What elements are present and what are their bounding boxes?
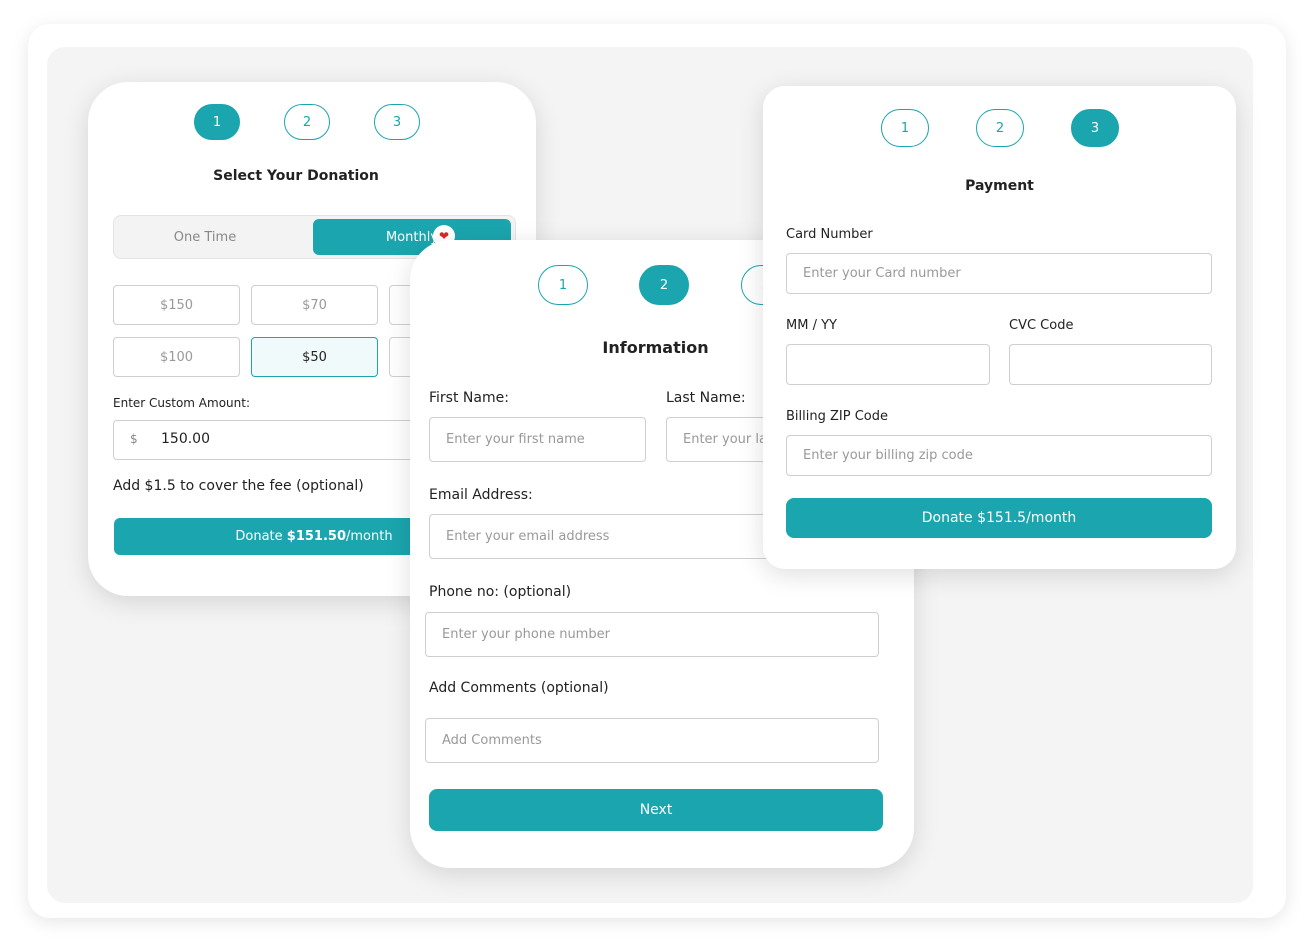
- card-number-input[interactable]: [786, 253, 1212, 294]
- custom-amount-label: Enter Custom Amount:: [113, 396, 251, 410]
- step-number: 2: [995, 120, 1005, 136]
- email-label: Email Address:: [429, 487, 533, 503]
- phone-label: Phone no: (optional): [429, 584, 572, 600]
- step-1-bubble[interactable]: 1: [881, 109, 929, 147]
- step-number: 3: [1090, 120, 1100, 136]
- step-number: 2: [302, 114, 312, 130]
- step-2-bubble[interactable]: 2: [639, 265, 689, 305]
- first-name-input[interactable]: [429, 417, 646, 462]
- custom-amount-value: 150.00: [161, 431, 210, 447]
- step-1-bubble[interactable]: 1: [538, 265, 588, 305]
- first-name-label: First Name:: [429, 390, 509, 406]
- step-3-bubble[interactable]: 3: [1071, 109, 1119, 147]
- step-number: 3: [392, 114, 402, 130]
- donate-prefix: Donate: [235, 529, 287, 544]
- step-number: 2: [659, 277, 669, 293]
- donate-amount: $151.50: [286, 529, 347, 544]
- comments-label: Add Comments (optional): [429, 680, 609, 696]
- amount-option-100[interactable]: $100: [113, 337, 240, 377]
- step-1-bubble[interactable]: 1: [194, 104, 240, 140]
- donate-suffix: /month: [346, 529, 393, 544]
- toggle-one-time[interactable]: One Time: [117, 219, 293, 255]
- step-number: 1: [900, 120, 910, 136]
- amount-option-50[interactable]: $50: [251, 337, 378, 377]
- payment-card: 1 2 3 Payment Card Number MM / YY CVC Co…: [763, 86, 1236, 569]
- currency-symbol: $: [130, 432, 138, 446]
- step-2-bubble[interactable]: 2: [976, 109, 1024, 147]
- amount-option-150[interactable]: $150: [113, 285, 240, 325]
- fee-text: Add $1.5 to cover the fee (optional): [113, 478, 364, 494]
- comments-input[interactable]: [425, 718, 879, 763]
- donate-button[interactable]: Donate $151.5/month: [786, 498, 1212, 538]
- expiry-label: MM / YY: [786, 318, 837, 333]
- zip-input[interactable]: [786, 435, 1212, 476]
- cvc-input[interactable]: [1009, 344, 1212, 385]
- expiry-input[interactable]: [786, 344, 990, 385]
- phone-input[interactable]: [425, 612, 879, 657]
- zip-label: Billing ZIP Code: [786, 409, 888, 424]
- amount-option-70[interactable]: $70: [251, 285, 378, 325]
- last-name-label: Last Name:: [666, 390, 746, 406]
- step-3-bubble[interactable]: 3: [374, 104, 420, 140]
- payment-title: Payment: [965, 178, 1034, 194]
- cvc-label: CVC Code: [1009, 318, 1074, 333]
- toggle-monthly-label: Monthly: [385, 229, 439, 245]
- donation-title: Select Your Donation: [213, 168, 379, 184]
- next-button[interactable]: Next: [429, 789, 883, 831]
- card-number-label: Card Number: [786, 227, 873, 242]
- step-2-bubble[interactable]: 2: [284, 104, 330, 140]
- step-number: 1: [212, 114, 222, 130]
- step-number: 1: [558, 277, 568, 293]
